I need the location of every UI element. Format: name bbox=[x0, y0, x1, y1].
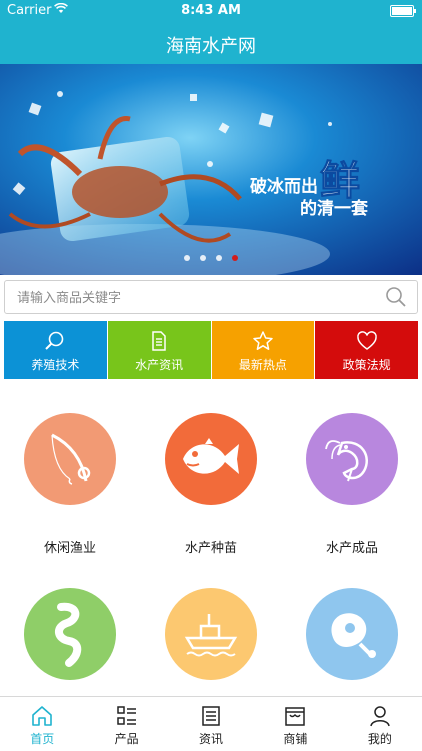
category-label: 政策法规 bbox=[342, 358, 391, 372]
carousel-dot[interactable] bbox=[200, 255, 206, 261]
home-icon bbox=[0, 704, 84, 728]
clock: 8:43 AM bbox=[181, 3, 241, 18]
tab-news[interactable]: 资讯 bbox=[169, 697, 253, 751]
category-hot-topics[interactable]: 最新热点 bbox=[211, 321, 315, 379]
promo-banner[interactable]: 破冰而出 鲜 的清一套 bbox=[0, 64, 422, 275]
boat-icon bbox=[165, 588, 257, 680]
banner-artwork: 破冰而出 鲜 的清一套 bbox=[0, 64, 422, 275]
grid-item-label: 水产种苗 bbox=[184, 541, 237, 556]
shop-icon bbox=[253, 704, 337, 728]
app-header: Carrier 8:43 AM 海南水产网 bbox=[0, 0, 422, 64]
fish-icon bbox=[165, 413, 257, 505]
search-icon[interactable] bbox=[385, 286, 407, 312]
category-label: 最新热点 bbox=[238, 358, 287, 372]
magnifier-icon bbox=[4, 330, 107, 352]
tab-home[interactable]: 首页 bbox=[0, 697, 84, 751]
category-breeding-tech[interactable]: 养殖技术 bbox=[4, 321, 107, 379]
grid-item-fry-seedlings[interactable]: 水产种苗 bbox=[141, 395, 281, 556]
carousel-dot-active[interactable] bbox=[232, 255, 238, 261]
tab-profile[interactable]: 我的 bbox=[338, 697, 422, 751]
document-icon bbox=[108, 330, 211, 352]
carousel-dot[interactable] bbox=[184, 255, 190, 261]
worm-icon bbox=[24, 588, 116, 680]
tab-label: 产品 bbox=[114, 732, 139, 746]
grid-item-finished-products[interactable]: 水产成品 bbox=[282, 395, 422, 556]
meat-icon bbox=[306, 588, 398, 680]
banner-subline: 的清一套 bbox=[300, 198, 369, 219]
tab-label: 我的 bbox=[367, 732, 392, 746]
grid-item-meat[interactable] bbox=[282, 570, 422, 712]
shrimp-icon bbox=[306, 413, 398, 505]
tab-label: 首页 bbox=[30, 732, 55, 746]
category-label: 养殖技术 bbox=[31, 358, 80, 372]
list-icon bbox=[84, 704, 168, 728]
grid-item-label: 水产成品 bbox=[325, 541, 378, 556]
search-bar[interactable] bbox=[4, 280, 418, 314]
bottom-tab-bar: 首页 产品 资讯 商铺 我的 bbox=[0, 696, 422, 751]
banner-tagline: 破冰而出 bbox=[250, 176, 318, 197]
tab-shops[interactable]: 商铺 bbox=[253, 697, 337, 751]
fishing-rod-icon bbox=[24, 413, 116, 505]
star-icon bbox=[212, 330, 315, 352]
banner-headline: 鲜 bbox=[320, 158, 360, 204]
search-input[interactable] bbox=[15, 287, 379, 309]
carousel-dot[interactable] bbox=[216, 255, 222, 261]
status-bar: Carrier 8:43 AM bbox=[0, 0, 422, 20]
grid-item-label: 休闲渔业 bbox=[43, 541, 96, 556]
grid-item-leisure-fishing[interactable]: 休闲渔业 bbox=[0, 395, 140, 556]
page-title: 海南水产网 bbox=[166, 36, 256, 57]
category-industry-news[interactable]: 水产资讯 bbox=[107, 321, 211, 379]
category-policy[interactable]: 政策法规 bbox=[315, 321, 418, 379]
tab-products[interactable]: 产品 bbox=[84, 697, 168, 751]
category-strip: 养殖技术 水产资讯 最新热点 政策法规 bbox=[4, 321, 418, 379]
category-label: 水产资讯 bbox=[135, 358, 184, 372]
carousel-indicator[interactable] bbox=[0, 246, 422, 265]
news-icon bbox=[169, 704, 253, 728]
tab-label: 商铺 bbox=[283, 732, 308, 746]
grid-item-fishing-boat[interactable] bbox=[141, 570, 281, 712]
grid-item-bait[interactable] bbox=[0, 570, 140, 712]
tab-label: 资讯 bbox=[199, 732, 224, 746]
user-icon bbox=[338, 704, 422, 728]
battery-icon bbox=[390, 5, 416, 17]
heart-icon bbox=[315, 330, 418, 352]
